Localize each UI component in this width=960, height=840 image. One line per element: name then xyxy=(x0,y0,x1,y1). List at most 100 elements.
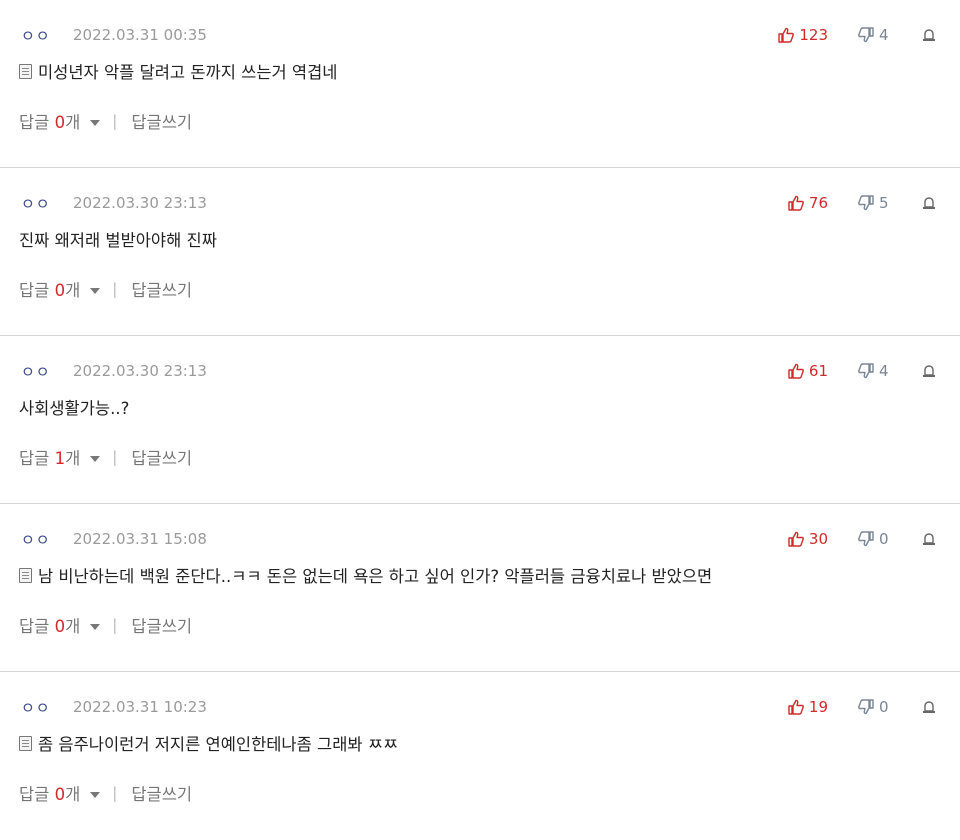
upvote-button[interactable]: 19 xyxy=(756,698,828,716)
comment-body: 미성년자 악플 달려고 돈까지 쓰는거 역겹네 xyxy=(19,59,337,83)
upvote-count: 19 xyxy=(808,698,828,716)
comment-text: 진짜 왜저래 벌받아야해 진짜 xyxy=(19,231,217,250)
report-button[interactable] xyxy=(922,364,936,378)
chevron-down-icon[interactable] xyxy=(90,119,101,126)
divider: | xyxy=(112,784,118,802)
downvote-button[interactable]: 5 xyxy=(858,194,892,212)
comment-item: ㅇㅇ 2022.03.31 15:08 남 비난하는데 백원 준단다..ㅋㅋ 돈… xyxy=(0,504,960,672)
downvote-count: 4 xyxy=(879,26,889,44)
upvote-button[interactable]: 76 xyxy=(756,194,828,212)
downvote-button[interactable]: 0 xyxy=(858,530,892,548)
chevron-down-icon[interactable] xyxy=(90,287,101,294)
reply-toggle[interactable]: 답글 0개 xyxy=(19,277,80,301)
vote-bar: 30 0 xyxy=(756,526,936,552)
reply-label: 답글 xyxy=(19,113,55,132)
vote-bar: 123 4 xyxy=(756,22,936,48)
write-reply-button[interactable]: 답글쓰기 xyxy=(131,109,192,133)
document-icon xyxy=(19,735,32,751)
upvote-count: 30 xyxy=(808,530,828,548)
comment-body: 사회생활가능..? xyxy=(19,395,129,419)
comment-text: 미성년자 악플 달려고 돈까지 쓰는거 역겹네 xyxy=(38,63,338,82)
thumbs-down-icon xyxy=(858,699,874,715)
upvote-count: 76 xyxy=(808,194,828,212)
comment-author[interactable]: ㅇㅇ xyxy=(21,529,73,550)
reply-toggle[interactable]: 답글 0개 xyxy=(19,781,80,805)
report-button[interactable] xyxy=(922,700,936,714)
reply-label: 답글 xyxy=(19,281,55,300)
downvote-count: 5 xyxy=(879,194,889,212)
report-icon xyxy=(923,701,935,713)
reply-unit: 개 xyxy=(65,281,81,300)
chevron-down-icon[interactable] xyxy=(90,455,101,462)
downvote-button[interactable]: 4 xyxy=(858,362,892,380)
thumbs-up-icon xyxy=(788,363,804,379)
reply-unit: 개 xyxy=(65,785,81,804)
reply-toggle[interactable]: 답글 1개 xyxy=(19,445,80,469)
write-reply-button[interactable]: 답글쓰기 xyxy=(131,613,192,637)
thumbs-up-icon xyxy=(788,195,804,211)
comment-text: 좀 음주나이런거 저지른 연예인한테나좀 그래봐 ㅉㅉ xyxy=(38,735,399,754)
thumbs-down-icon xyxy=(858,363,874,379)
comment-author[interactable]: ㅇㅇ xyxy=(21,25,73,46)
document-icon xyxy=(19,63,32,79)
reply-bar: 답글 0개 | 답글쓰기 xyxy=(19,781,192,805)
reply-unit: 개 xyxy=(65,617,81,636)
downvote-button[interactable]: 4 xyxy=(858,26,892,44)
comment-date: 2022.03.30 23:13 xyxy=(73,362,207,380)
write-reply-button[interactable]: 답글쓰기 xyxy=(131,277,192,301)
comment-list: ㅇㅇ 2022.03.31 00:35 미성년자 악플 달려고 돈까지 쓰는거 … xyxy=(0,0,960,840)
vote-bar: 76 5 xyxy=(756,190,936,216)
report-button[interactable] xyxy=(922,196,936,210)
comment-meta: ㅇㅇ 2022.03.31 15:08 xyxy=(21,526,207,552)
report-icon xyxy=(923,29,935,41)
vote-bar: 19 0 xyxy=(756,694,936,720)
vote-bar: 61 4 xyxy=(756,358,936,384)
reply-label: 답글 xyxy=(19,785,55,804)
report-icon xyxy=(923,197,935,209)
reply-toggle[interactable]: 답글 0개 xyxy=(19,109,80,133)
report-button[interactable] xyxy=(922,28,936,42)
reply-unit: 개 xyxy=(65,449,81,468)
comment-date: 2022.03.30 23:13 xyxy=(73,194,207,212)
comment-body: 남 비난하는데 백원 준단다..ㅋㅋ 돈은 없는데 욕은 하고 싶어 인가? 악… xyxy=(19,563,712,587)
reply-label: 답글 xyxy=(19,449,55,468)
upvote-count: 61 xyxy=(808,362,828,380)
upvote-button[interactable]: 123 xyxy=(756,26,828,44)
reply-count: 0 xyxy=(54,113,66,132)
divider: | xyxy=(112,280,118,298)
comment-author[interactable]: ㅇㅇ xyxy=(21,193,73,214)
reply-unit: 개 xyxy=(65,113,81,132)
comment-item: ㅇㅇ 2022.03.30 23:13 진짜 왜저래 벌받아야해 진짜 답글 0… xyxy=(0,168,960,336)
thumbs-down-icon xyxy=(858,195,874,211)
comment-body: 좀 음주나이런거 저지른 연예인한테나좀 그래봐 ㅉㅉ xyxy=(19,731,398,755)
divider: | xyxy=(112,448,118,466)
report-icon xyxy=(923,533,935,545)
comment-author[interactable]: ㅇㅇ xyxy=(21,361,73,382)
reply-bar: 답글 0개 | 답글쓰기 xyxy=(19,277,192,301)
comment-date: 2022.03.31 15:08 xyxy=(73,530,207,548)
reply-count: 0 xyxy=(54,785,66,804)
upvote-button[interactable]: 30 xyxy=(756,530,828,548)
reply-bar: 답글 0개 | 답글쓰기 xyxy=(19,613,192,637)
comment-text: 남 비난하는데 백원 준단다..ㅋㅋ 돈은 없는데 욕은 하고 싶어 인가? 악… xyxy=(38,567,713,586)
report-icon xyxy=(923,365,935,377)
comment-item: ㅇㅇ 2022.03.31 00:35 미성년자 악플 달려고 돈까지 쓰는거 … xyxy=(0,0,960,168)
comment-body: 진짜 왜저래 벌받아야해 진짜 xyxy=(19,227,217,251)
document-icon xyxy=(19,567,32,583)
comment-author[interactable]: ㅇㅇ xyxy=(21,697,73,718)
write-reply-button[interactable]: 답글쓰기 xyxy=(131,781,192,805)
downvote-button[interactable]: 0 xyxy=(858,698,892,716)
comment-date: 2022.03.31 10:23 xyxy=(73,698,207,716)
comment-text: 사회생활가능..? xyxy=(19,399,130,418)
chevron-down-icon[interactable] xyxy=(90,791,101,798)
chevron-down-icon[interactable] xyxy=(90,623,101,630)
downvote-count: 0 xyxy=(879,698,889,716)
thumbs-down-icon xyxy=(858,531,874,547)
reply-toggle[interactable]: 답글 0개 xyxy=(19,613,80,637)
reply-count: 0 xyxy=(54,281,66,300)
divider: | xyxy=(112,112,118,130)
upvote-button[interactable]: 61 xyxy=(756,362,828,380)
report-button[interactable] xyxy=(922,532,936,546)
write-reply-button[interactable]: 답글쓰기 xyxy=(131,445,192,469)
comment-meta: ㅇㅇ 2022.03.30 23:13 xyxy=(21,190,207,216)
